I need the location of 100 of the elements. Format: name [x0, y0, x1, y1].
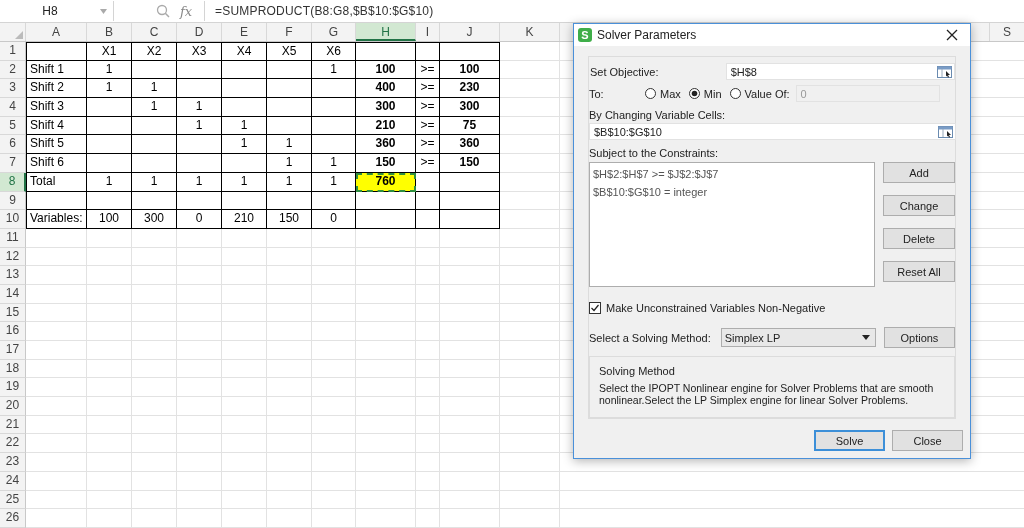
- column-header[interactable]: H: [356, 23, 416, 41]
- table-cell[interactable]: 1: [177, 98, 222, 117]
- table-cell[interactable]: [312, 135, 356, 155]
- row-header[interactable]: 4: [0, 98, 26, 117]
- table-cell[interactable]: Shift 3: [26, 98, 87, 117]
- formula-field[interactable]: =SUMPRODUCT(B8:G8,$B$10:$G$10): [204, 1, 1024, 21]
- table-cell[interactable]: Shift 1: [26, 60, 87, 80]
- function-button[interactable]: fx: [180, 3, 193, 19]
- table-cell[interactable]: [416, 191, 440, 211]
- table-cell[interactable]: [26, 42, 87, 61]
- table-cell[interactable]: [87, 116, 132, 136]
- table-cell[interactable]: 1: [267, 135, 312, 155]
- table-cell[interactable]: [416, 42, 440, 61]
- table-cell[interactable]: 1: [132, 172, 177, 192]
- table-cell[interactable]: 100: [356, 60, 416, 80]
- table-cell[interactable]: [222, 191, 267, 211]
- table-cell[interactable]: [312, 98, 356, 117]
- table-cell[interactable]: [416, 172, 440, 192]
- table-cell[interactable]: [416, 210, 440, 229]
- options-button[interactable]: Options: [883, 327, 955, 348]
- method-dropdown[interactable]: Simplex LP: [720, 328, 876, 347]
- table-cell[interactable]: 360: [356, 135, 416, 155]
- table-cell[interactable]: [267, 191, 312, 211]
- dialog-button[interactable]: Add: [883, 162, 955, 183]
- checkbox[interactable]: [589, 302, 601, 314]
- table-cell[interactable]: [222, 79, 267, 99]
- column-header[interactable]: B: [87, 23, 132, 41]
- table-cell[interactable]: 1: [267, 154, 312, 173]
- column-header[interactable]: A: [26, 23, 87, 41]
- column-header[interactable]: J: [440, 23, 500, 41]
- table-cell[interactable]: X1: [87, 42, 132, 61]
- constraints-list[interactable]: $H$2:$H$7 >= $J$2:$J$7 $B$10:$G$10 = integer: [589, 162, 875, 287]
- radio-button[interactable]: [729, 88, 741, 99]
- checkbox-label[interactable]: Make Unconstrained Variables Non-Negative: [606, 302, 826, 314]
- table-cell[interactable]: [356, 42, 416, 61]
- row-header[interactable]: 16: [0, 322, 26, 341]
- table-cell[interactable]: [356, 191, 416, 211]
- table-cell[interactable]: 400: [356, 79, 416, 99]
- table-cell[interactable]: Total: [26, 172, 87, 192]
- table-cell[interactable]: >=: [416, 79, 440, 99]
- row-header[interactable]: 6: [0, 135, 26, 155]
- row-header[interactable]: 23: [0, 453, 26, 472]
- table-cell[interactable]: X2: [132, 42, 177, 61]
- table-cell[interactable]: 1: [222, 135, 267, 155]
- table-cell[interactable]: [132, 135, 177, 155]
- table-cell[interactable]: [87, 98, 132, 117]
- radio-label[interactable]: Value Of:: [744, 87, 790, 100]
- table-cell[interactable]: X4: [222, 42, 267, 61]
- row-header[interactable]: 1: [0, 42, 26, 61]
- row-header[interactable]: 22: [0, 434, 26, 454]
- table-cell[interactable]: 1: [87, 79, 132, 99]
- table-cell[interactable]: X3: [177, 42, 222, 61]
- radio-label[interactable]: Max: [660, 87, 681, 100]
- table-cell[interactable]: [267, 98, 312, 117]
- table-cell[interactable]: [87, 191, 132, 211]
- dialog-button[interactable]: Close: [892, 430, 963, 451]
- row-header[interactable]: 7: [0, 154, 26, 173]
- dialog-button[interactable]: Reset All: [883, 261, 955, 282]
- row-header[interactable]: 17: [0, 341, 26, 360]
- table-cell[interactable]: [177, 191, 222, 211]
- table-cell[interactable]: 150: [356, 154, 416, 173]
- column-header[interactable]: S: [990, 23, 1024, 41]
- column-header[interactable]: F: [267, 23, 312, 41]
- table-cell[interactable]: 1: [177, 172, 222, 192]
- row-header[interactable]: 19: [0, 378, 26, 398]
- table-cell[interactable]: 1: [222, 116, 267, 136]
- table-cell[interactable]: >=: [416, 116, 440, 136]
- table-cell[interactable]: 1: [177, 116, 222, 136]
- constraint-item[interactable]: $H$2:$H$7 >= $J$2:$J$7: [593, 165, 871, 183]
- table-cell[interactable]: >=: [416, 154, 440, 173]
- table-cell[interactable]: [267, 60, 312, 80]
- column-header[interactable]: E: [222, 23, 267, 41]
- table-cell[interactable]: 1: [87, 172, 132, 192]
- table-cell[interactable]: [267, 79, 312, 99]
- table-cell[interactable]: [132, 191, 177, 211]
- table-cell[interactable]: [177, 135, 222, 155]
- row-header[interactable]: 3: [0, 79, 26, 99]
- table-cell[interactable]: [87, 154, 132, 173]
- table-cell[interactable]: 210: [356, 116, 416, 136]
- table-cell[interactable]: >=: [416, 98, 440, 117]
- table-cell[interactable]: [177, 154, 222, 173]
- table-cell[interactable]: 100: [87, 210, 132, 229]
- table-cell[interactable]: X5: [267, 42, 312, 61]
- table-cell[interactable]: >=: [416, 135, 440, 155]
- dialog-button[interactable]: Solve: [814, 430, 885, 451]
- column-header[interactable]: D: [177, 23, 222, 41]
- table-cell[interactable]: >=: [416, 60, 440, 80]
- table-cell[interactable]: 150: [267, 210, 312, 229]
- range-select-icon[interactable]: [938, 125, 953, 138]
- table-cell[interactable]: 1: [312, 60, 356, 80]
- table-cell[interactable]: [222, 154, 267, 173]
- column-header[interactable]: I: [416, 23, 440, 41]
- table-cell[interactable]: [177, 79, 222, 99]
- table-cell[interactable]: 1: [312, 154, 356, 173]
- variable-cells-field[interactable]: $B$10:$G$10: [589, 123, 956, 140]
- radio-label[interactable]: Min: [703, 87, 722, 100]
- table-cell[interactable]: [26, 191, 87, 211]
- column-header[interactable]: C: [132, 23, 177, 41]
- table-cell[interactable]: 210: [222, 210, 267, 229]
- table-cell[interactable]: Shift 6: [26, 154, 87, 173]
